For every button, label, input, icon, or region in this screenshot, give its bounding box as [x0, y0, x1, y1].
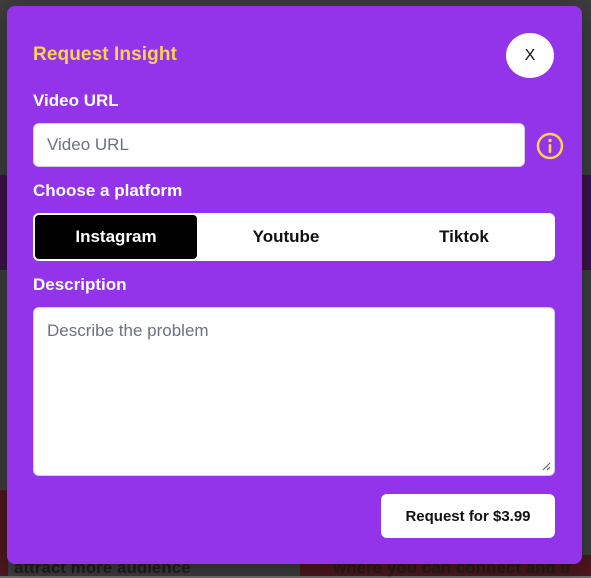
- platform-selector: Instagram Youtube Tiktok: [33, 213, 555, 261]
- info-icon[interactable]: [536, 132, 564, 160]
- platform-option-tiktok[interactable]: Tiktok: [375, 215, 553, 259]
- description-label: Description: [33, 275, 127, 294]
- platform-label: Choose a platform: [33, 181, 183, 200]
- resize-grip-icon[interactable]: [541, 461, 551, 471]
- modal-title: Request Insight: [33, 44, 178, 65]
- close-icon: X: [524, 46, 536, 64]
- platform-option-instagram[interactable]: Instagram: [35, 215, 197, 259]
- video-url-input[interactable]: [33, 123, 525, 167]
- request-submit-button[interactable]: Request for $3.99: [381, 494, 555, 538]
- platform-option-youtube[interactable]: Youtube: [197, 215, 375, 259]
- description-textarea[interactable]: [33, 307, 555, 476]
- video-url-label: Video URL: [33, 91, 119, 110]
- request-insight-modal: Request Insight X Video URL Choose a pla…: [7, 6, 582, 564]
- close-button[interactable]: X: [506, 33, 554, 78]
